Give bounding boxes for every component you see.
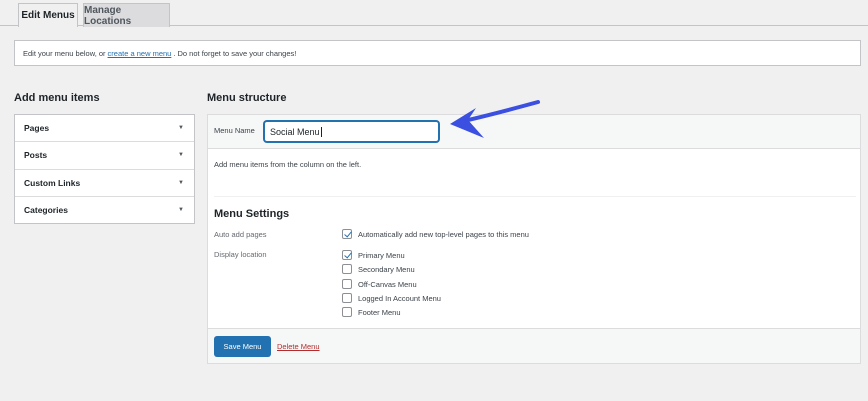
tab-manage-locations[interactable]: Manage Locations <box>83 3 170 27</box>
delete-menu-link[interactable]: Delete Menu <box>277 342 320 351</box>
checkbox[interactable] <box>342 279 352 289</box>
accordion-label: Categories <box>24 205 68 216</box>
location-secondary-menu[interactable]: Secondary Menu <box>342 263 415 275</box>
menu-name-label: Menu Name <box>214 126 255 135</box>
add-items-accordion: Pages ▼ Posts ▼ Custom Links ▼ Categorie… <box>14 114 195 224</box>
notice-prefix: Edit your menu below, or <box>23 48 106 58</box>
checkbox-checked[interactable] <box>342 250 352 260</box>
checkbox-label: Secondary Menu <box>358 264 415 274</box>
text-cursor <box>320 126 322 137</box>
checkbox[interactable] <box>342 293 352 303</box>
triangle-down-icon: ▼ <box>178 207 184 214</box>
save-menu-button[interactable]: Save Menu <box>214 336 271 357</box>
pointer-arrow-icon <box>450 100 540 138</box>
info-notice: Edit your menu below, or create a new me… <box>14 40 861 66</box>
location-footer-menu[interactable]: Footer Menu <box>342 306 401 318</box>
auto-add-pages-checkbox[interactable]: Automatically add new top-level pages to… <box>342 228 529 240</box>
checkbox-label: Primary Menu <box>358 250 405 260</box>
menu-edit-panel: Menu Name Social Menu Add menu items fro… <box>207 114 861 364</box>
create-menu-link[interactable]: create a new menu <box>108 49 172 58</box>
nav-tabs: Edit Menus Manage Locations <box>0 0 868 27</box>
display-location-label: Display location <box>214 250 267 259</box>
triangle-down-icon: ▼ <box>178 179 184 186</box>
accordion-label: Pages <box>24 123 50 134</box>
auto-add-label: Auto add pages <box>214 230 267 239</box>
menu-name-input[interactable]: Social Menu <box>264 121 439 142</box>
add-menu-items-heading: Add menu items <box>14 92 100 104</box>
accordion-section-categories[interactable]: Categories ▼ <box>15 197 194 224</box>
checkbox-label: Footer Menu <box>358 307 401 317</box>
divider <box>214 196 856 197</box>
triangle-down-icon: ▼ <box>178 125 184 132</box>
checkbox[interactable] <box>342 307 352 317</box>
checkbox-label: Automatically add new top-level pages to… <box>358 229 529 239</box>
accordion-label: Custom Links <box>24 177 81 188</box>
accordion-section-custom-links[interactable]: Custom Links ▼ <box>15 170 194 197</box>
checkbox-label: Logged In Account Menu <box>358 293 441 303</box>
checkbox[interactable] <box>342 264 352 274</box>
checkbox-checked[interactable] <box>342 229 352 239</box>
location-logged-in-account-menu[interactable]: Logged In Account Menu <box>342 292 441 304</box>
accordion-section-posts[interactable]: Posts ▼ <box>15 142 194 170</box>
triangle-down-icon: ▼ <box>178 152 184 159</box>
accordion-label: Posts <box>24 150 48 161</box>
menus-screen: Edit Menus Manage Locations Edit your me… <box>0 0 868 401</box>
location-off-canvas-menu[interactable]: Off-Canvas Menu <box>342 278 417 290</box>
accordion-section-pages[interactable]: Pages ▼ <box>15 115 194 143</box>
menu-name-value: Social Menu <box>270 126 320 137</box>
empty-menu-hint: Add menu items from the column on the le… <box>214 160 362 169</box>
menu-settings-heading: Menu Settings <box>214 208 290 220</box>
menu-footer: Save Menu Delete Menu <box>208 328 860 363</box>
checkbox-label: Off-Canvas Menu <box>358 279 417 289</box>
menu-structure-heading: Menu structure <box>207 92 287 104</box>
location-primary-menu[interactable]: Primary Menu <box>342 249 405 261</box>
notice-suffix: . Do not forget to save your changes! <box>173 48 297 58</box>
tab-edit-menus[interactable]: Edit Menus <box>18 3 78 27</box>
